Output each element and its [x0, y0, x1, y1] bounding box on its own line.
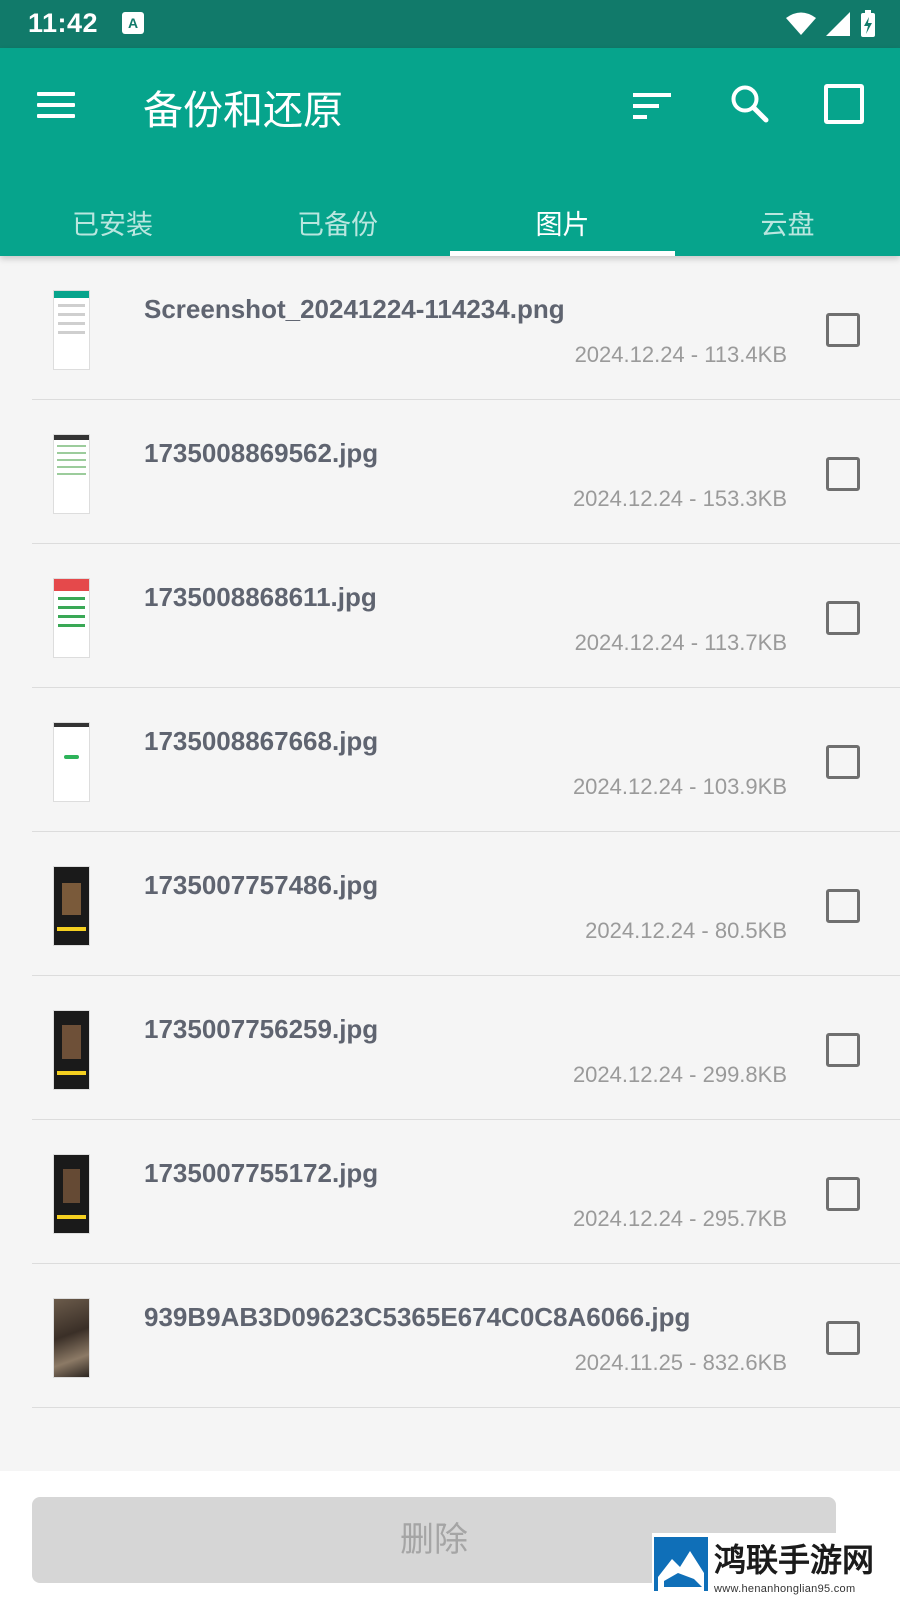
- file-meta: 2024.12.24 - 113.7KB: [574, 630, 787, 655]
- select-all-checkbox[interactable]: [824, 84, 864, 124]
- row-checkbox[interactable]: [826, 1177, 860, 1211]
- list-item[interactable]: 1735007756259.jpg 2024.12.24 - 299.8KB: [0, 976, 900, 1120]
- file-name: 1735007755172.jpg: [144, 1158, 379, 1188]
- file-name: 939B9AB3D09623C5365E674C0C8A6066.jpg: [144, 1302, 691, 1332]
- tab-images[interactable]: 图片: [450, 196, 675, 256]
- status-bar: 11:42 A: [0, 0, 900, 48]
- row-checkbox[interactable]: [826, 1321, 860, 1355]
- image-thumbnail: [53, 866, 90, 946]
- file-meta: 2024.12.24 - 295.7KB: [572, 1206, 787, 1231]
- image-thumbnail: [53, 434, 90, 514]
- list-item[interactable]: 1735007757486.jpg 2024.12.24 - 80.5KB: [0, 832, 900, 976]
- wifi-icon: [786, 12, 816, 35]
- watermark-title: 鸿联手游网: [714, 1541, 875, 1579]
- file-name: 1735008867668.jpg: [144, 726, 379, 756]
- list-item[interactable]: 1735008869562.jpg 2024.12.24 - 153.3KB: [0, 400, 900, 544]
- list-item[interactable]: 939B9AB3D09623C5365E674C0C8A6066.jpg 202…: [0, 1264, 900, 1408]
- sort-icon[interactable]: [633, 90, 673, 122]
- signal-icon: [826, 12, 850, 36]
- watermark-logo-icon: [654, 1537, 708, 1591]
- image-thumbnail: [53, 722, 90, 802]
- image-thumbnail: [53, 1010, 90, 1090]
- image-thumbnail: [53, 1154, 90, 1234]
- divider: [32, 1407, 900, 1408]
- row-checkbox[interactable]: [826, 601, 860, 635]
- app-bar: 备份和还原 已安装 已备份 图片 云盘: [0, 48, 900, 256]
- page-title: 备份和还原: [143, 88, 343, 134]
- status-icons: [786, 10, 876, 38]
- watermark: 鸿联手游网 www.henanhonglian95.com: [652, 1533, 900, 1600]
- row-checkbox[interactable]: [826, 1033, 860, 1067]
- list-item[interactable]: 1735008868611.jpg 2024.12.24 - 113.7KB: [0, 544, 900, 688]
- image-thumbnail: [53, 290, 90, 370]
- row-checkbox[interactable]: [826, 745, 860, 779]
- list-item[interactable]: 1735007755172.jpg 2024.12.24 - 295.7KB: [0, 1120, 900, 1264]
- menu-icon[interactable]: [37, 90, 77, 120]
- file-name: Screenshot_20241224-114234.png: [144, 294, 565, 324]
- status-time: 11:42: [28, 8, 99, 38]
- row-checkbox[interactable]: [826, 889, 860, 923]
- file-name: 1735008869562.jpg: [144, 438, 379, 468]
- row-checkbox[interactable]: [826, 457, 860, 491]
- file-meta: 2024.12.24 - 80.5KB: [585, 918, 787, 943]
- tab-bar: 已安装 已备份 图片 云盘: [0, 196, 900, 256]
- file-meta: 2024.12.24 - 103.9KB: [572, 774, 787, 799]
- row-checkbox[interactable]: [826, 313, 860, 347]
- list-item[interactable]: Screenshot_20241224-114234.png 2024.12.2…: [0, 256, 900, 400]
- file-meta: 2024.11.25 - 832.6KB: [574, 1350, 787, 1375]
- file-meta: 2024.12.24 - 113.4KB: [574, 342, 787, 367]
- image-thumbnail: [53, 1298, 90, 1378]
- file-name: 1735008868611.jpg: [144, 582, 377, 612]
- file-name: 1735007757486.jpg: [144, 870, 379, 900]
- list-item[interactable]: 1735008867668.jpg 2024.12.24 - 103.9KB: [0, 688, 900, 832]
- image-list: Screenshot_20241224-114234.png 2024.12.2…: [0, 256, 900, 1408]
- battery-icon: [861, 10, 875, 37]
- tab-cloud[interactable]: 云盘: [675, 196, 900, 256]
- file-meta: 2024.12.24 - 299.8KB: [572, 1062, 787, 1087]
- search-icon[interactable]: [728, 82, 772, 126]
- tab-installed[interactable]: 已安装: [0, 196, 225, 256]
- image-thumbnail: [53, 578, 90, 658]
- file-name: 1735007756259.jpg: [144, 1014, 379, 1044]
- notification-app-icon: A: [122, 12, 144, 34]
- watermark-url: www.henanhonglian95.com: [714, 1583, 856, 1595]
- tab-backed-up[interactable]: 已备份: [225, 196, 450, 256]
- file-meta: 2024.12.24 - 153.3KB: [572, 486, 787, 511]
